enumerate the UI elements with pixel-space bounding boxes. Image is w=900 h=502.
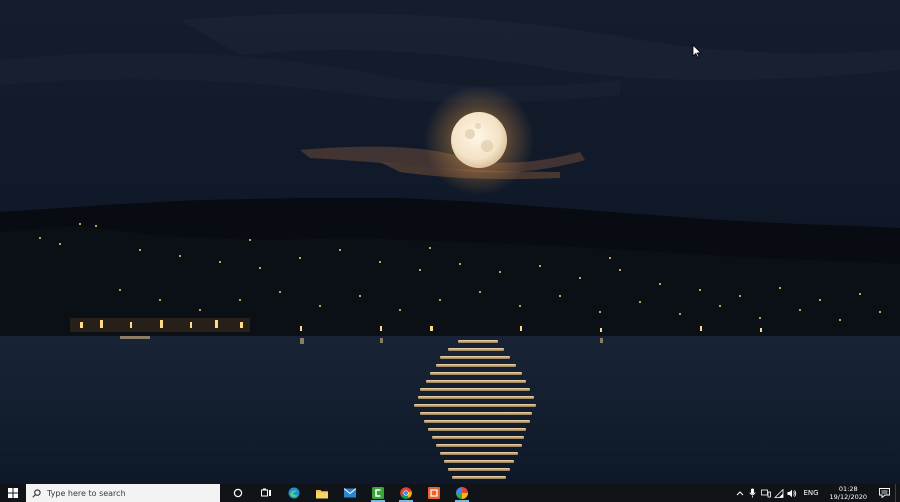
camtasia-button[interactable] bbox=[364, 484, 392, 502]
volume-button[interactable] bbox=[785, 484, 798, 502]
desktop[interactable]: Type here to search ENG 01:28 19/12/2020 bbox=[0, 0, 900, 502]
show-desktop-button[interactable] bbox=[895, 484, 900, 502]
system-tray: ENG 01:28 19/12/2020 bbox=[733, 484, 900, 502]
taskbar: Type here to search ENG 01:28 19/12/2020 bbox=[0, 484, 900, 502]
windows-logo-icon bbox=[8, 488, 18, 498]
mouse-cursor-icon bbox=[692, 44, 702, 58]
office-icon bbox=[428, 487, 440, 499]
wifi-icon bbox=[773, 488, 784, 498]
speaker-icon bbox=[787, 489, 797, 497]
microphone-icon bbox=[749, 488, 756, 498]
task-view-icon bbox=[260, 488, 271, 497]
mail-button[interactable] bbox=[336, 484, 364, 502]
pinned-apps bbox=[224, 484, 476, 502]
chrome-icon bbox=[400, 487, 412, 499]
cortana-button[interactable] bbox=[224, 484, 252, 502]
mail-icon bbox=[344, 488, 356, 498]
task-view-button[interactable] bbox=[252, 484, 280, 502]
start-button[interactable] bbox=[0, 484, 26, 502]
edge-button[interactable] bbox=[280, 484, 308, 502]
microphone-button[interactable] bbox=[746, 484, 759, 502]
device-icon bbox=[761, 489, 771, 497]
show-hidden-icons-button[interactable] bbox=[733, 484, 746, 502]
camtasia-icon bbox=[372, 487, 384, 499]
file-explorer-icon bbox=[316, 489, 328, 498]
device-button[interactable] bbox=[759, 484, 772, 502]
search-icon bbox=[32, 488, 41, 498]
action-center-button[interactable] bbox=[873, 484, 895, 502]
clock-time: 01:28 bbox=[838, 485, 858, 493]
language-indicator[interactable]: ENG bbox=[798, 489, 823, 497]
colorful-app-icon bbox=[456, 487, 468, 499]
notification-icon bbox=[878, 488, 890, 498]
chevron-up-icon bbox=[736, 491, 744, 496]
chrome-button[interactable] bbox=[392, 484, 420, 502]
cortana-icon bbox=[233, 488, 243, 498]
network-button[interactable] bbox=[772, 484, 785, 502]
colorful-app-button[interactable] bbox=[448, 484, 476, 502]
search-placeholder: Type here to search bbox=[47, 488, 126, 498]
clock-date: 19/12/2020 bbox=[829, 493, 867, 501]
search-input[interactable]: Type here to search bbox=[26, 484, 220, 502]
desktop-wallpaper bbox=[0, 0, 900, 484]
edge-icon bbox=[288, 487, 300, 499]
clock[interactable]: 01:28 19/12/2020 bbox=[824, 485, 873, 501]
file-explorer-button[interactable] bbox=[308, 484, 336, 502]
office-button[interactable] bbox=[420, 484, 448, 502]
